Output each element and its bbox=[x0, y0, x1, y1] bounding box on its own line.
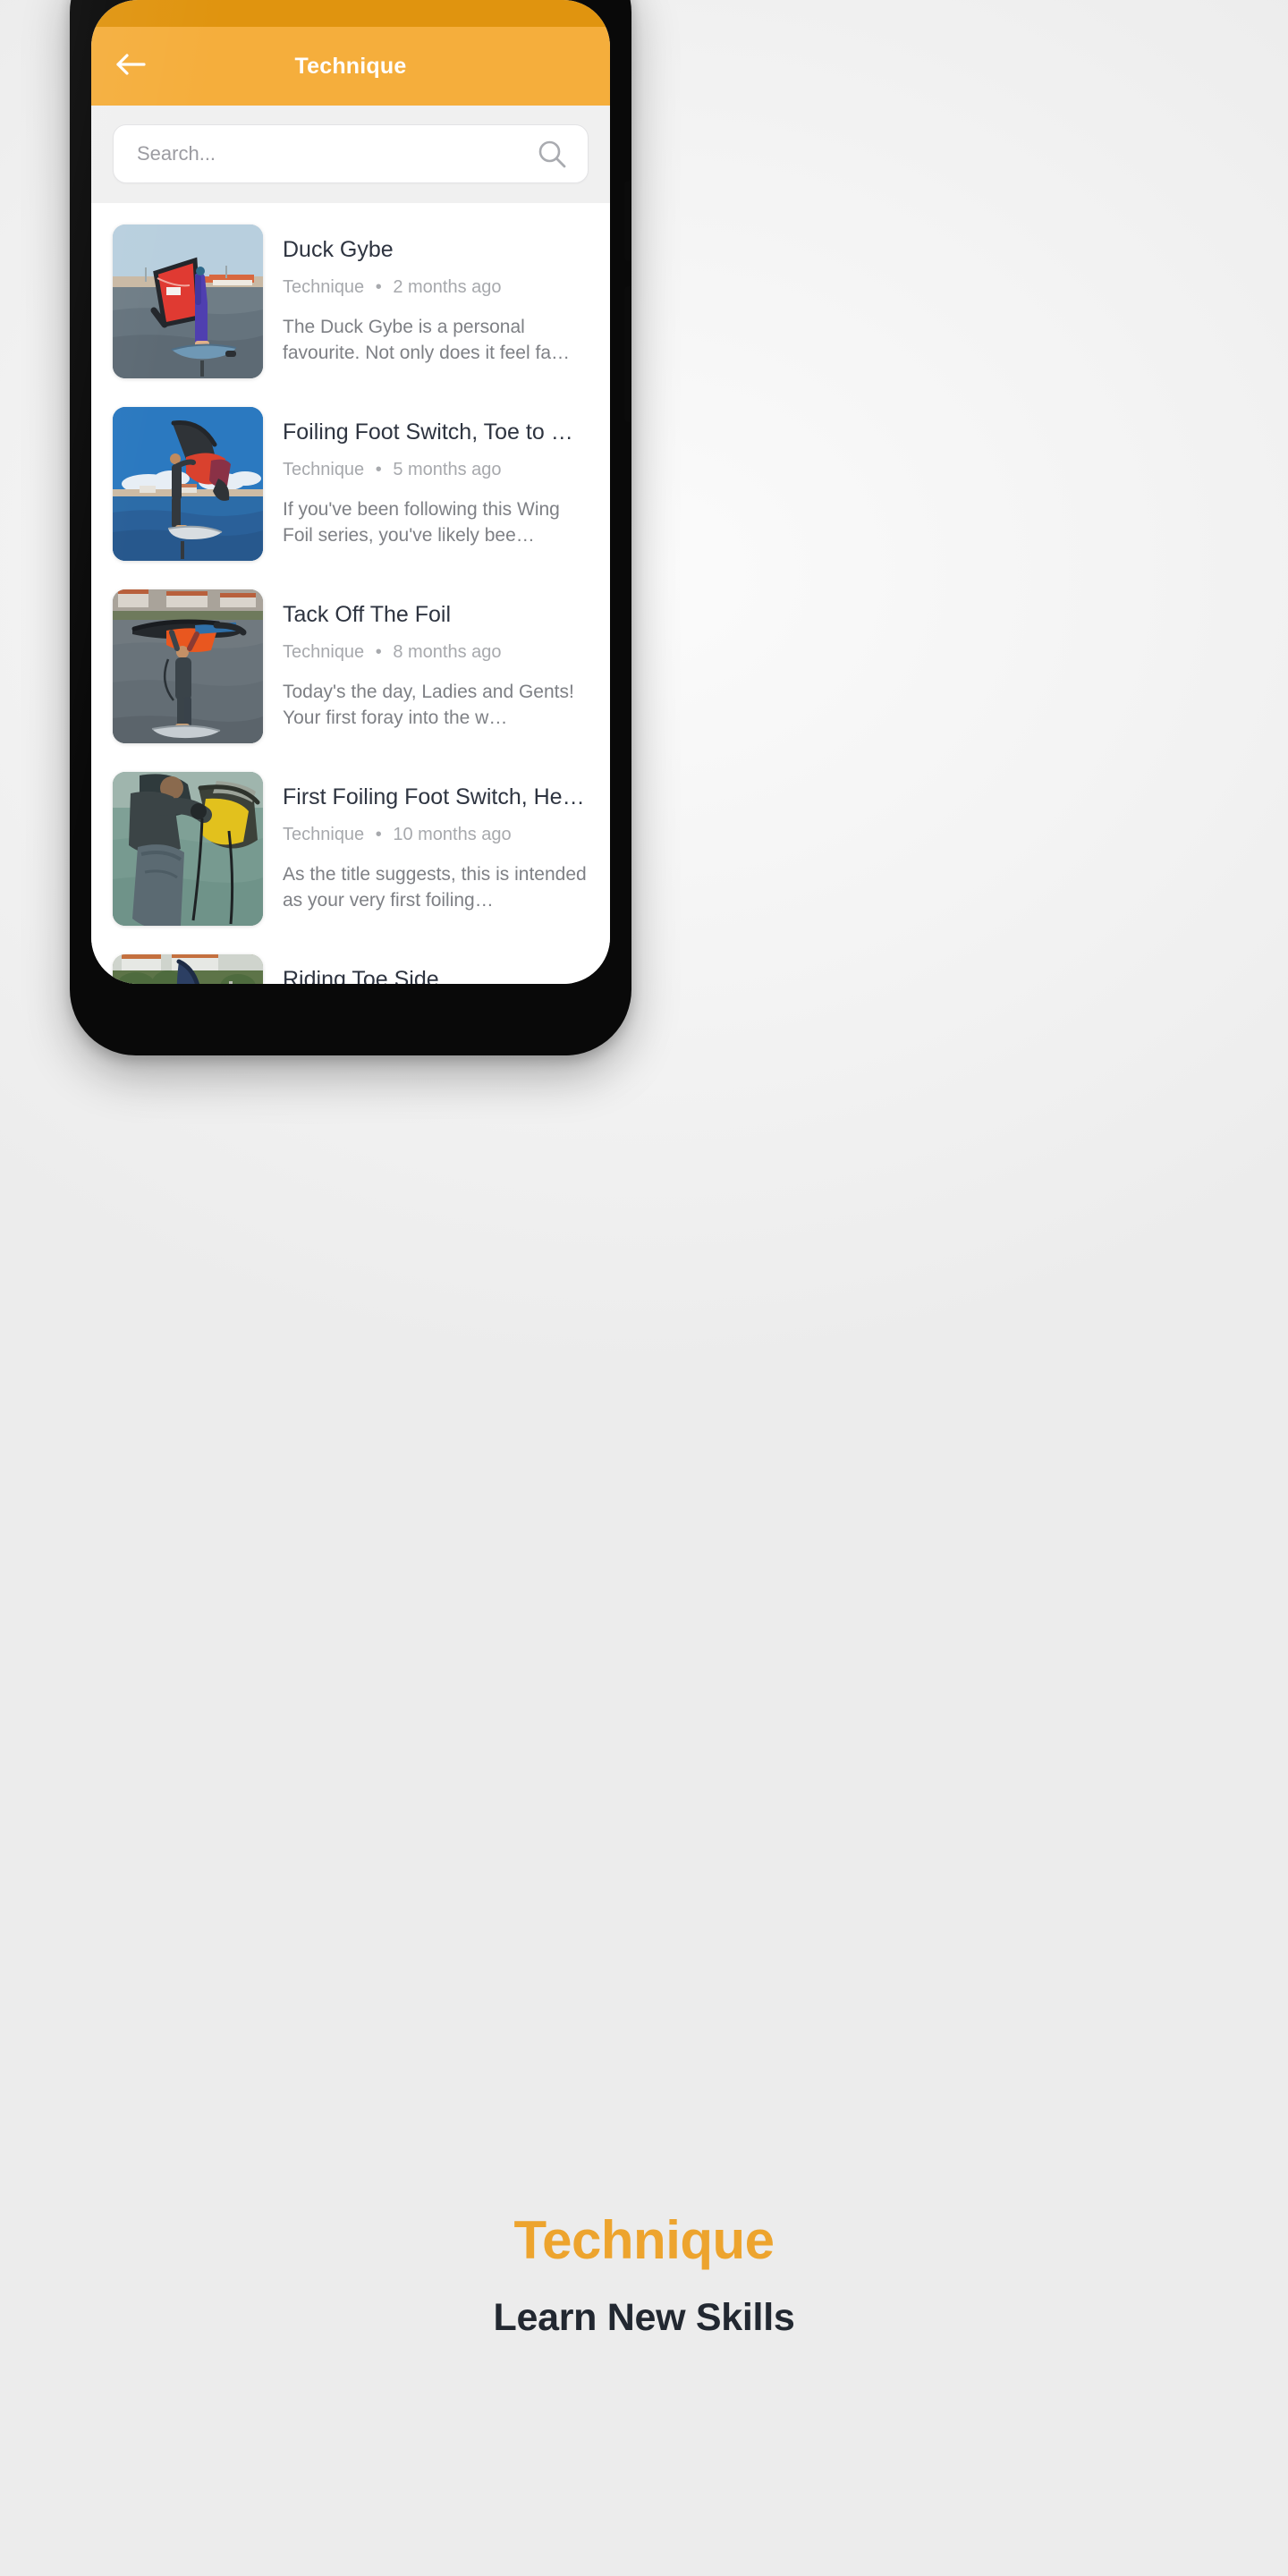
article-meta: Technique • 8 months ago bbox=[283, 642, 589, 663]
article-category: Technique bbox=[283, 641, 365, 662]
back-button[interactable] bbox=[107, 42, 156, 90]
list-item[interactable]: Riding Toe Side bbox=[91, 940, 610, 984]
article-title: First Foiling Foot Switch, Heel … bbox=[283, 784, 589, 809]
article-text: Duck Gybe Technique • 2 months ago The D… bbox=[283, 225, 589, 367]
phone-mockup: Technique Search... Duck Gybe Technique … bbox=[70, 0, 631, 1055]
meta-separator: • bbox=[375, 276, 382, 297]
article-meta: Technique • 2 months ago bbox=[283, 277, 589, 298]
article-text: First Foiling Foot Switch, Heel … Techni… bbox=[283, 772, 589, 914]
article-category: Technique bbox=[283, 459, 365, 479]
article-age: 10 months ago bbox=[393, 824, 512, 844]
article-title: Riding Toe Side bbox=[283, 967, 439, 984]
article-category: Technique bbox=[283, 824, 365, 844]
article-title: Duck Gybe bbox=[283, 237, 394, 262]
arrow-left-icon bbox=[116, 53, 147, 80]
article-thumbnail bbox=[113, 954, 263, 984]
caption-block: Technique Learn New Skills bbox=[0, 2209, 1288, 2340]
page-title: Technique bbox=[294, 53, 407, 79]
article-age: 2 months ago bbox=[393, 276, 502, 297]
phone-screen: Technique Search... Duck Gybe Technique … bbox=[91, 0, 610, 984]
article-meta: Technique • 5 months ago bbox=[283, 460, 589, 480]
article-thumbnail bbox=[113, 772, 263, 926]
list-item[interactable]: Foiling Foot Switch, Toe to He… Techniqu… bbox=[91, 393, 610, 575]
search-input[interactable]: Search... bbox=[113, 124, 589, 183]
list-item[interactable]: First Foiling Foot Switch, Heel … Techni… bbox=[91, 758, 610, 940]
article-text: Tack Off The Foil Technique • 8 months a… bbox=[283, 589, 589, 732]
phone-side-button-lower[interactable] bbox=[624, 286, 631, 422]
app-bar: Technique bbox=[91, 27, 610, 106]
article-text: Foiling Foot Switch, Toe to He… Techniqu… bbox=[283, 407, 589, 549]
article-age: 8 months ago bbox=[393, 641, 502, 662]
article-list[interactable]: Duck Gybe Technique • 2 months ago The D… bbox=[91, 203, 610, 984]
article-text: Riding Toe Side bbox=[283, 954, 589, 984]
meta-separator: • bbox=[375, 824, 382, 844]
article-excerpt: If you've been following this Wing Foil … bbox=[283, 498, 560, 546]
article-category: Technique bbox=[283, 276, 365, 297]
article-title: Foiling Foot Switch, Toe to He… bbox=[283, 419, 589, 445]
search-placeholder: Search... bbox=[137, 142, 216, 165]
meta-separator: • bbox=[375, 459, 382, 479]
article-excerpt: As the title suggests, this is intended … bbox=[283, 863, 587, 911]
list-item[interactable]: Duck Gybe Technique • 2 months ago The D… bbox=[91, 210, 610, 393]
article-excerpt: The Duck Gybe is a personal favourite. N… bbox=[283, 316, 570, 363]
page-root: Technique Search... Duck Gybe Technique … bbox=[0, 0, 1288, 2576]
article-excerpt: Today's the day, Ladies and Gents! Your … bbox=[283, 681, 574, 728]
article-age: 5 months ago bbox=[393, 459, 502, 479]
list-item[interactable]: Tack Off The Foil Technique • 8 months a… bbox=[91, 575, 610, 758]
phone-side-button-upper[interactable] bbox=[624, 181, 631, 261]
caption-headline: Technique bbox=[513, 2210, 775, 2270]
article-title: Tack Off The Foil bbox=[283, 602, 452, 627]
search-icon[interactable] bbox=[536, 138, 568, 170]
article-thumbnail bbox=[113, 407, 263, 561]
caption-subhead: Learn New Skills bbox=[493, 2296, 795, 2339]
meta-separator: • bbox=[375, 641, 382, 662]
article-thumbnail bbox=[113, 225, 263, 378]
search-strip: Search... bbox=[91, 106, 610, 203]
article-meta: Technique • 10 months ago bbox=[283, 825, 589, 845]
article-thumbnail bbox=[113, 589, 263, 743]
status-bar bbox=[91, 0, 610, 27]
